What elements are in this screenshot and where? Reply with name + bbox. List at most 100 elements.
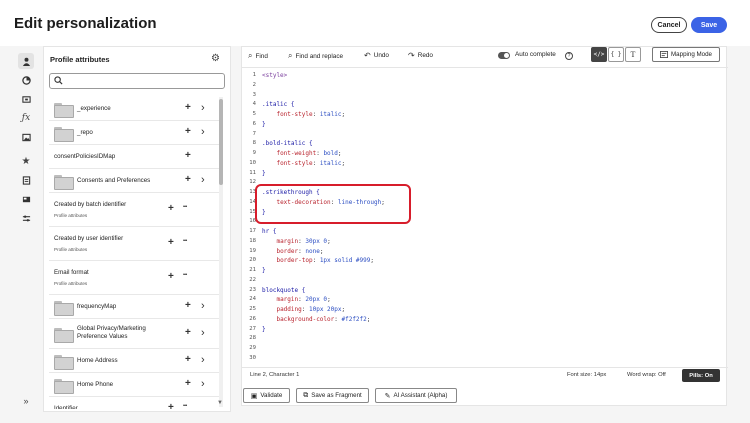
attribute-row[interactable]: _experience + › xyxy=(49,97,219,121)
function-icon[interactable]: ƒx xyxy=(18,110,34,126)
chevron-right-icon[interactable]: › xyxy=(201,328,205,339)
text-mode-button[interactable]: T xyxy=(625,47,641,62)
code-line[interactable]: <style> xyxy=(262,72,287,79)
redo-button[interactable]: ↷ Redo xyxy=(408,51,433,60)
folder-icon xyxy=(54,378,74,394)
add-icon[interactable]: + xyxy=(185,103,191,113)
code-line[interactable]: } xyxy=(262,121,266,128)
add-icon[interactable]: + xyxy=(185,175,191,185)
scroll-down-arrow[interactable]: ▼ xyxy=(217,400,223,406)
card-icon[interactable] xyxy=(18,191,34,207)
chevron-right-icon[interactable]: › xyxy=(201,301,205,312)
add-icon[interactable]: + xyxy=(185,151,191,161)
attribute-row[interactable]: Consents and Preferences + › xyxy=(49,169,219,193)
code-token: : xyxy=(312,111,320,118)
code-line[interactable]: hr { xyxy=(262,228,276,235)
code-line[interactable]: border-top: 1px solid #999; xyxy=(262,257,374,264)
add-icon[interactable]: + xyxy=(168,403,174,410)
validate-button[interactable]: ▣ Validate xyxy=(243,388,290,403)
attribute-row[interactable]: Home Address + › xyxy=(49,349,219,373)
cancel-button[interactable]: Cancel xyxy=(651,17,687,33)
html-mode-button[interactable]: </> xyxy=(591,47,607,62)
code-line[interactable]: font-style: italic; xyxy=(262,160,345,167)
attribute-row[interactable]: Home Phone + › xyxy=(49,373,219,397)
add-icon[interactable]: + xyxy=(168,272,174,282)
code-line[interactable]: margin: 20px 0; xyxy=(262,296,330,304)
more-icon[interactable]: ••• xyxy=(183,273,187,278)
validate-label: Validate xyxy=(260,392,283,399)
segment-icon[interactable] xyxy=(18,72,34,88)
code-token: ; xyxy=(370,257,375,265)
attribute-label: Email format xyxy=(54,269,89,276)
attribute-row[interactable]: Created by user identifier Profile attrib… xyxy=(49,227,219,261)
add-icon[interactable]: + xyxy=(168,238,174,248)
attribute-row[interactable]: Created by batch identifier Profile attri… xyxy=(49,193,219,227)
code-line[interactable]: font-weight: bold; xyxy=(262,150,341,157)
code-line[interactable]: background-color: #f2f2f2; xyxy=(262,316,370,323)
image-icon[interactable] xyxy=(18,129,34,145)
offer-icon[interactable] xyxy=(18,91,34,107)
add-icon[interactable]: + xyxy=(185,355,191,365)
add-icon[interactable]: + xyxy=(185,127,191,137)
json-mode-button[interactable]: { } xyxy=(608,47,624,62)
gear-icon[interactable]: ⚙ xyxy=(211,53,220,64)
code-line[interactable]: .bold-italic { xyxy=(262,140,313,147)
chevron-right-icon[interactable]: › xyxy=(201,103,205,114)
code-line[interactable]: margin: 30px 0; xyxy=(262,238,330,245)
document-icon[interactable] xyxy=(18,172,34,188)
code-line[interactable]: padding: 10px 20px; xyxy=(262,306,345,313)
attribute-row[interactable]: Global Privacy/Marketing Preference Valu… xyxy=(49,319,219,349)
autocomplete-toggle[interactable] xyxy=(498,52,510,59)
save-button[interactable]: Save xyxy=(691,17,727,33)
add-icon[interactable]: + xyxy=(185,328,191,338)
code-area[interactable]: 1 2 3 4 5 6 7 8 9 10 11 12 13 14 15 16 17 18 19 20 21 22 23 24 2… xyxy=(242,67,728,365)
ai-assistant-button[interactable]: ✎ AI Assistant (Alpha) xyxy=(375,388,457,403)
add-icon[interactable]: + xyxy=(185,301,191,311)
attribute-row[interactable]: _repo + › xyxy=(49,121,219,145)
save-fragment-button[interactable]: ⧉ Save as Fragment xyxy=(296,388,369,403)
attribute-row[interactable]: Identifier + ••• xyxy=(49,397,219,409)
attribute-scrollbar[interactable] xyxy=(219,97,223,407)
chevron-right-icon[interactable]: › xyxy=(201,175,205,186)
undo-button[interactable]: ↶ Undo xyxy=(364,51,389,60)
mapping-mode-button[interactable]: Mapping Mode xyxy=(652,47,720,62)
font-size-status[interactable]: Font size: 14px xyxy=(567,372,606,378)
code-token: } xyxy=(262,325,266,333)
code-token: bold xyxy=(323,150,338,157)
more-icon[interactable]: ••• xyxy=(183,404,187,409)
code-line[interactable]: font-style: italic; xyxy=(262,111,345,118)
code-token: margin xyxy=(276,296,299,304)
code-line[interactable]: } xyxy=(262,267,266,274)
code-line[interactable]: .italic { xyxy=(262,101,295,108)
scroll-thumb[interactable] xyxy=(219,99,223,185)
settings-icon[interactable] xyxy=(18,210,34,226)
pills-toggle[interactable]: Pills: On xyxy=(682,369,720,382)
code-line[interactable]: } xyxy=(262,326,266,333)
more-icon[interactable]: ••• xyxy=(183,239,187,244)
folder-icon xyxy=(54,102,74,118)
chevron-right-icon[interactable]: › xyxy=(201,127,205,138)
attribute-row[interactable]: consentPoliciesIDMap + xyxy=(49,145,219,169)
attribute-row[interactable]: frequencyMap + › xyxy=(49,295,219,319)
chevron-right-icon[interactable]: › xyxy=(201,355,205,366)
code-line[interactable]: blockquote { xyxy=(262,287,305,294)
add-icon[interactable]: + xyxy=(168,204,174,214)
find-button[interactable]: ⌕ Find xyxy=(248,51,268,61)
star-icon[interactable]: ★ xyxy=(18,153,34,169)
add-icon[interactable]: + xyxy=(185,379,191,389)
search-input[interactable] xyxy=(49,73,225,89)
word-wrap-status[interactable]: Word wrap: Off xyxy=(627,372,666,378)
find-replace-button[interactable]: ⌕ Find and replace xyxy=(288,51,343,61)
more-icon[interactable]: ••• xyxy=(183,205,187,210)
code-token: : xyxy=(312,159,320,167)
attribute-row[interactable]: Email format Profile attributes + ••• xyxy=(49,261,219,295)
help-icon[interactable]: ? xyxy=(565,52,573,60)
code-line[interactable]: } xyxy=(262,170,266,177)
expand-icon[interactable]: » xyxy=(18,393,34,409)
chevron-right-icon[interactable]: › xyxy=(201,379,205,390)
left-rail: ƒx ★ » xyxy=(14,50,38,412)
person-icon[interactable] xyxy=(18,53,34,69)
code-line[interactable]: border: none; xyxy=(262,248,323,255)
